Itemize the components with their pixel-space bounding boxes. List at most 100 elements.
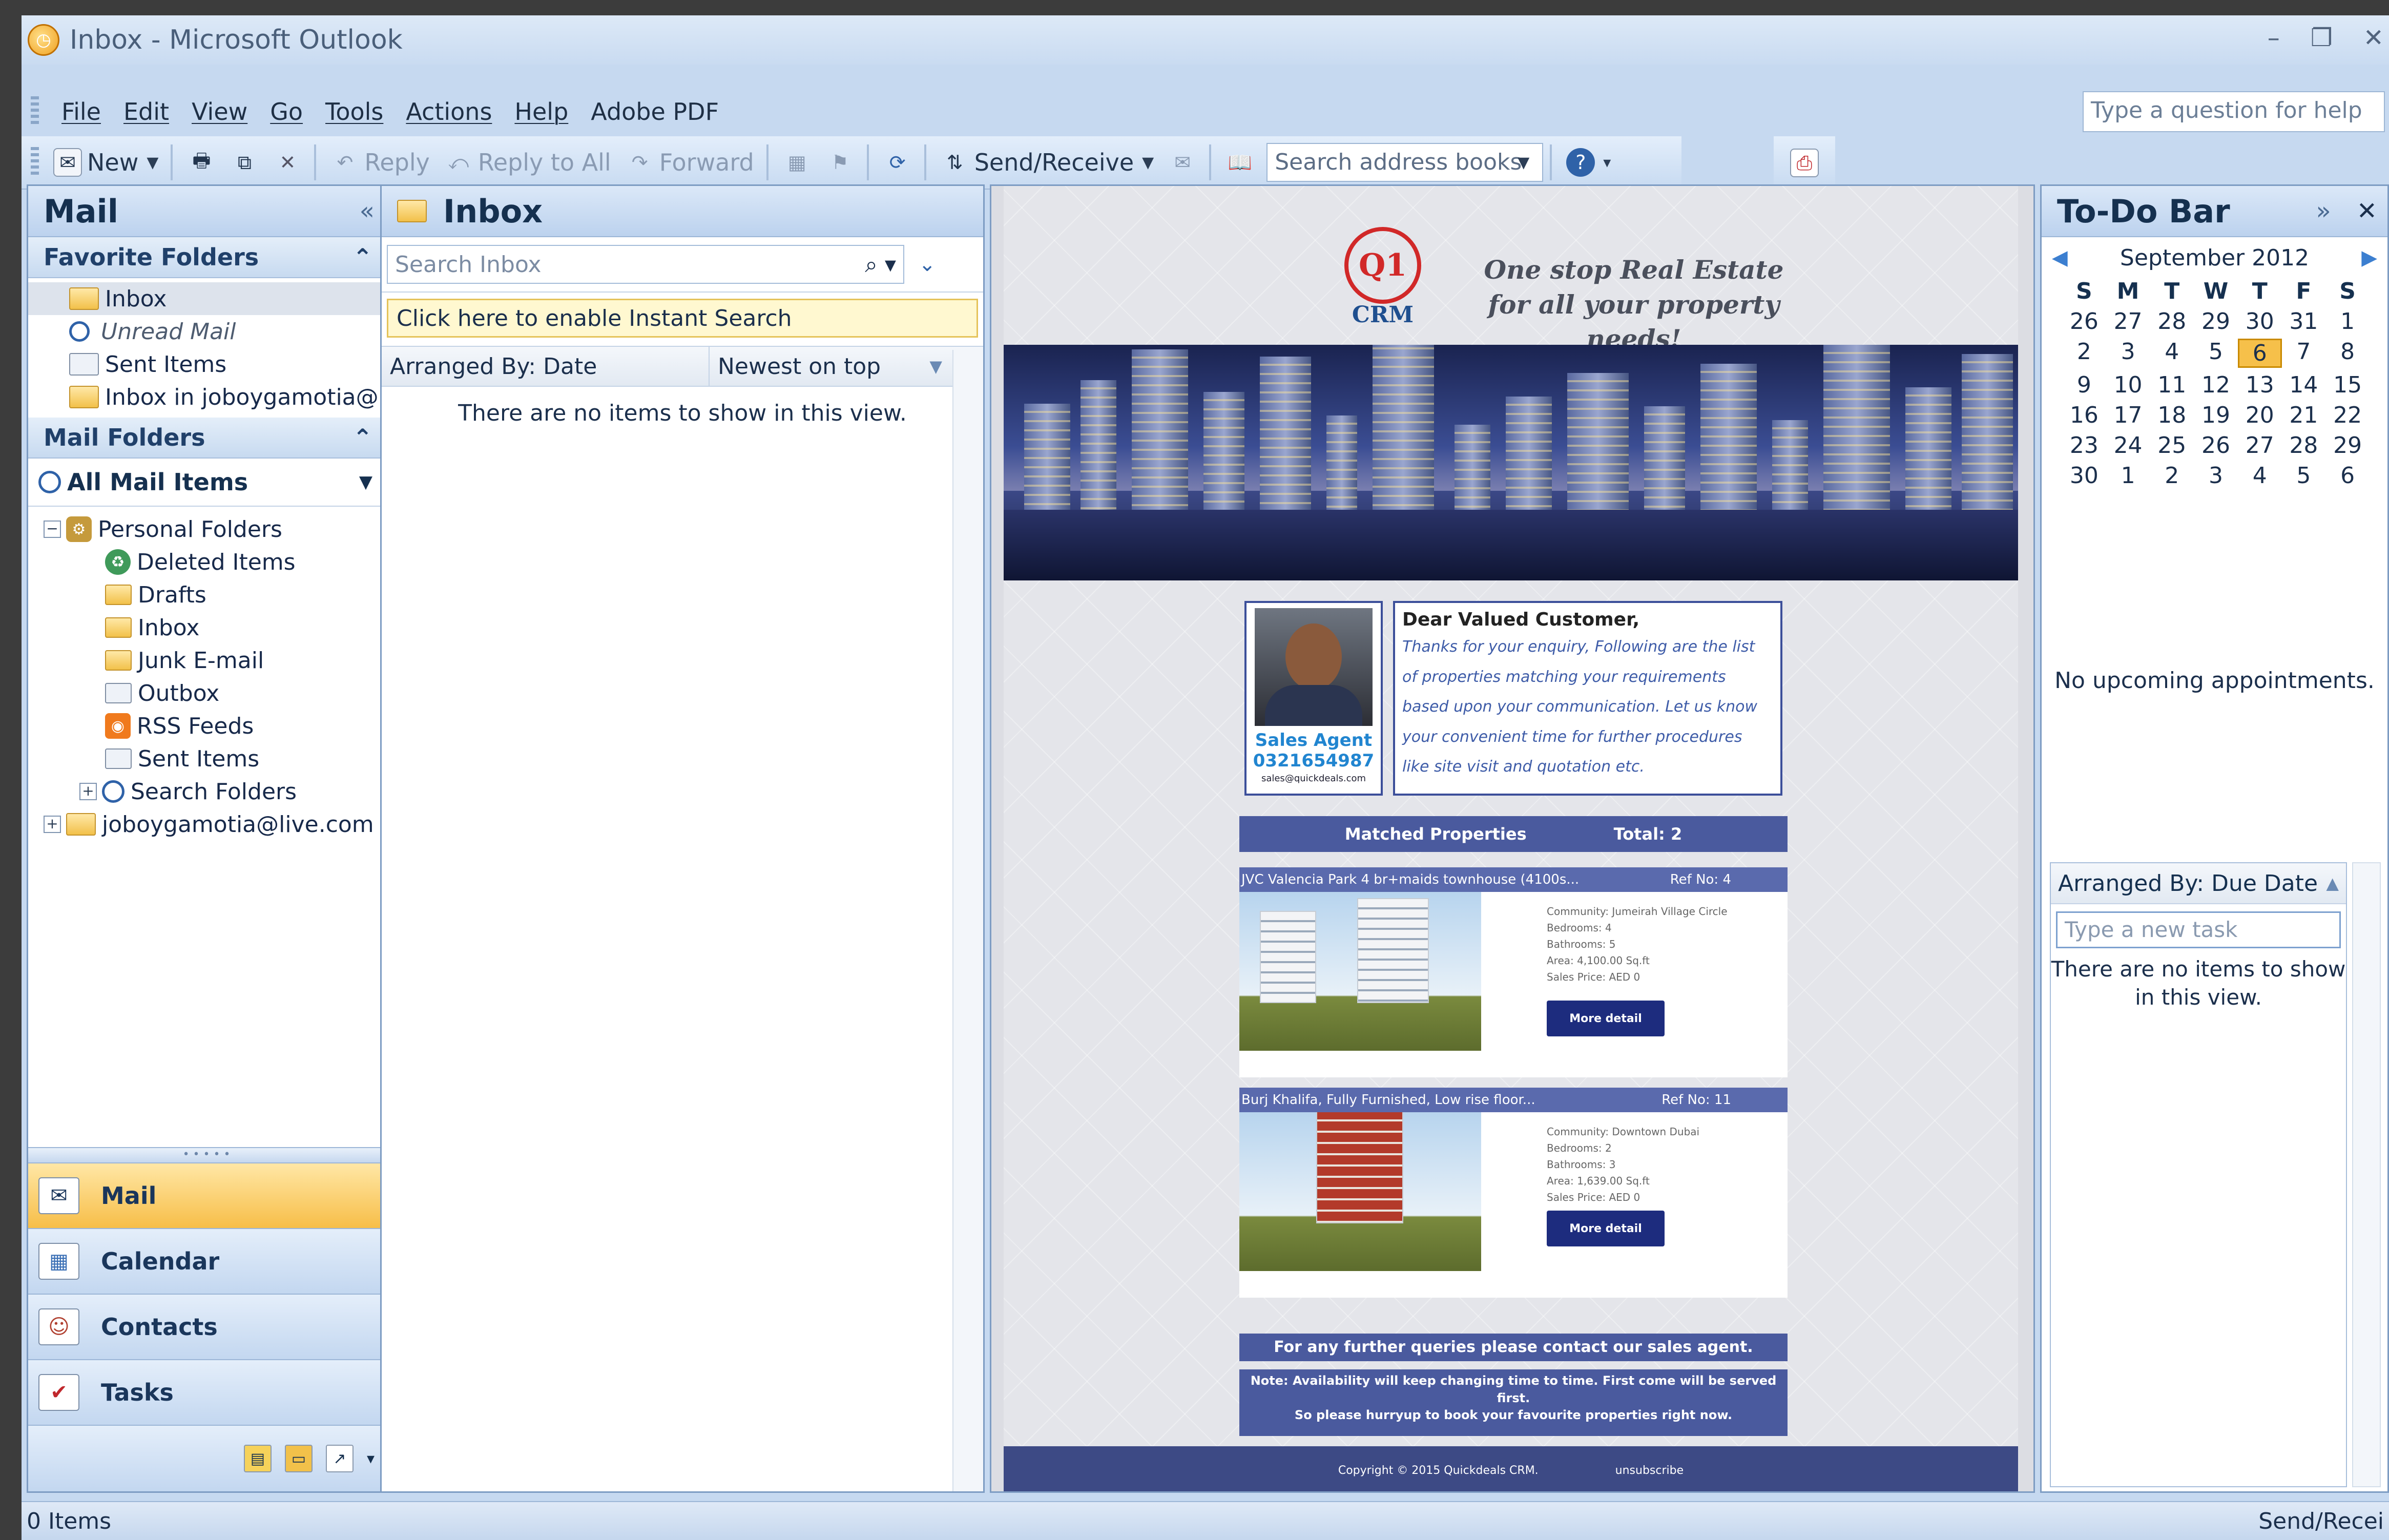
calendar-day[interactable]: 4 (2150, 339, 2194, 368)
configure-buttons-icon[interactable]: ▾ (367, 1450, 375, 1468)
tree-sent-items[interactable]: Sent Items (28, 742, 385, 775)
nav-calendar-button[interactable]: ▦ Calendar (28, 1228, 385, 1294)
collapse-icon[interactable]: « (360, 197, 375, 225)
collapse-tree-icon[interactable]: − (44, 521, 61, 538)
shortcuts-icon[interactable]: ↗ (325, 1445, 354, 1472)
sync-button[interactable]: ⟳ (883, 148, 912, 177)
calendar-day[interactable]: 7 (2282, 339, 2326, 368)
calendar-day[interactable]: 27 (2106, 308, 2150, 335)
menu-file[interactable]: File (61, 98, 101, 126)
chevron-down-icon[interactable]: ▼ (1142, 154, 1154, 172)
calendar-day[interactable]: 30 (2238, 308, 2282, 335)
previous-month-icon[interactable]: ◀ (2052, 246, 2068, 269)
calendar-day[interactable]: 9 (2062, 372, 2106, 398)
calendar-day[interactable]: 30 (2062, 463, 2106, 489)
calendar-day[interactable]: 23 (2062, 432, 2106, 459)
help-button[interactable]: ? (1566, 148, 1595, 177)
tree-deleted-items[interactable]: ♻ Deleted Items (28, 546, 385, 578)
notes-icon[interactable]: ▤ (243, 1445, 272, 1472)
menu-help[interactable]: Help (514, 98, 568, 126)
calendar-day[interactable]: 20 (2238, 402, 2282, 428)
pdf-icon[interactable]: ⎙ (1790, 149, 1819, 177)
calendar-day[interactable]: 15 (2325, 372, 2370, 398)
send-receive-status[interactable]: Send/Recei (2258, 1508, 2384, 1534)
expand-query-icon[interactable]: ⌄ (919, 253, 936, 276)
chevron-down-icon[interactable]: ▼ (359, 472, 372, 492)
menu-tools[interactable]: Tools (325, 98, 383, 126)
list-scrollbar[interactable] (952, 350, 983, 1491)
follow-up-button[interactable]: ⚑ (826, 148, 855, 177)
address-search-input[interactable]: Search address books (1266, 143, 1544, 182)
unsubscribe-link[interactable]: unsubscribe (1615, 1464, 1684, 1477)
minimize-button[interactable]: – (2268, 24, 2280, 52)
calendar-day[interactable]: 6 (2237, 339, 2282, 368)
reply-all-button[interactable]: ⤺ Reply to All (444, 148, 611, 177)
calendar-day[interactable]: 26 (2194, 432, 2238, 459)
address-book-button[interactable]: 📖 (1225, 148, 1254, 177)
calendar-day[interactable]: 27 (2238, 432, 2282, 459)
sort-order[interactable]: Newest on top ▼ (710, 347, 950, 386)
calendar-day[interactable]: 5 (2282, 463, 2326, 489)
calendar-day[interactable]: 16 (2062, 402, 2106, 428)
send-receive-button[interactable]: ⇅ Send/Receive ▼ (941, 148, 1154, 177)
close-icon[interactable]: ✕ (2357, 197, 2377, 225)
help-search-input[interactable]: Type a question for help (2083, 91, 2385, 132)
favorite-folders-header[interactable]: Favorite Folders ⌃ (28, 237, 385, 278)
nav-contacts-button[interactable]: ☺ Contacts (28, 1294, 385, 1359)
collapse-up-icon[interactable]: ⌃ (352, 424, 372, 451)
close-button[interactable]: ✕ (2363, 24, 2384, 52)
tree-rss-feeds[interactable]: ◉ RSS Feeds (28, 710, 385, 742)
chevron-down-icon[interactable]: ▼ (1518, 154, 1529, 172)
calendar-day[interactable]: 14 (2282, 372, 2326, 398)
menu-edit[interactable]: Edit (123, 98, 169, 126)
new-button[interactable]: ✉ New ▼ (53, 148, 158, 177)
calendar-day[interactable]: 17 (2106, 402, 2150, 428)
categorize-button[interactable]: ▦ (783, 148, 812, 177)
nav-mail-button[interactable]: ✉ Mail (28, 1162, 385, 1228)
toolbar-options-icon[interactable]: ▾ (1603, 154, 1611, 172)
menu-actions[interactable]: Actions (406, 98, 492, 126)
expand-tree-icon[interactable]: + (79, 783, 97, 800)
favorite-inbox[interactable]: Inbox (28, 282, 385, 315)
task-scrollbar[interactable] (2352, 862, 2381, 1487)
arranged-by-date[interactable]: Arranged By: Date (382, 347, 710, 386)
tree-drafts[interactable]: Drafts (28, 578, 385, 611)
calendar-day[interactable]: 3 (2106, 339, 2150, 368)
next-month-icon[interactable]: ▶ (2361, 246, 2377, 269)
calendar-day[interactable]: 1 (2325, 308, 2370, 335)
collapse-up-icon[interactable]: ⌃ (352, 243, 372, 271)
task-arrangement[interactable]: Arranged By: Due Date ▲ (2051, 863, 2346, 904)
favorite-account-inbox[interactable]: Inbox in joboygamotia@ (28, 381, 385, 413)
calendar-day[interactable]: 12 (2194, 372, 2238, 398)
calendar-day[interactable]: 13 (2238, 372, 2282, 398)
calendar-day[interactable]: 25 (2150, 432, 2194, 459)
agent-email[interactable]: sales@quickdeals.com (1252, 773, 1376, 784)
envelope-button[interactable]: ✉ (1168, 148, 1197, 177)
tree-inbox[interactable]: Inbox (28, 611, 385, 644)
calendar-day[interactable]: 2 (2062, 339, 2106, 368)
all-mail-items-selector[interactable]: All Mail Items ▼ (28, 459, 385, 507)
calendar-day[interactable]: 21 (2282, 402, 2326, 428)
calendar-day[interactable]: 24 (2106, 432, 2150, 459)
calendar-day[interactable]: 19 (2194, 402, 2238, 428)
tree-outbox[interactable]: Outbox (28, 677, 385, 710)
favorite-unread-mail[interactable]: Unread Mail (28, 315, 385, 348)
search-icon[interactable]: ⌕ ▾ (865, 252, 896, 278)
expand-icon[interactable]: » (2316, 197, 2331, 225)
calendar-day[interactable]: 2 (2150, 463, 2194, 489)
calendar-day[interactable]: 31 (2282, 308, 2326, 335)
calendar-day[interactable]: 29 (2325, 432, 2370, 459)
expand-tree-icon[interactable]: + (44, 816, 61, 833)
menu-go[interactable]: Go (270, 98, 303, 126)
nav-tasks-button[interactable]: ✔ Tasks (28, 1359, 385, 1425)
tree-junk-email[interactable]: Junk E-mail (28, 644, 385, 677)
more-detail-button[interactable]: More detail (1547, 1001, 1665, 1036)
calendar-day[interactable]: 4 (2238, 463, 2282, 489)
print-button[interactable]: 🖶 (187, 148, 216, 177)
calendar-day[interactable]: 1 (2106, 463, 2150, 489)
calendar-day[interactable]: 29 (2194, 308, 2238, 335)
sort-up-icon[interactable]: ▲ (2326, 873, 2339, 893)
new-task-input[interactable]: Type a new task (2056, 911, 2341, 948)
nav-splitter[interactable]: • • • • • (28, 1147, 385, 1162)
move-button[interactable]: ⧉ (230, 148, 259, 177)
